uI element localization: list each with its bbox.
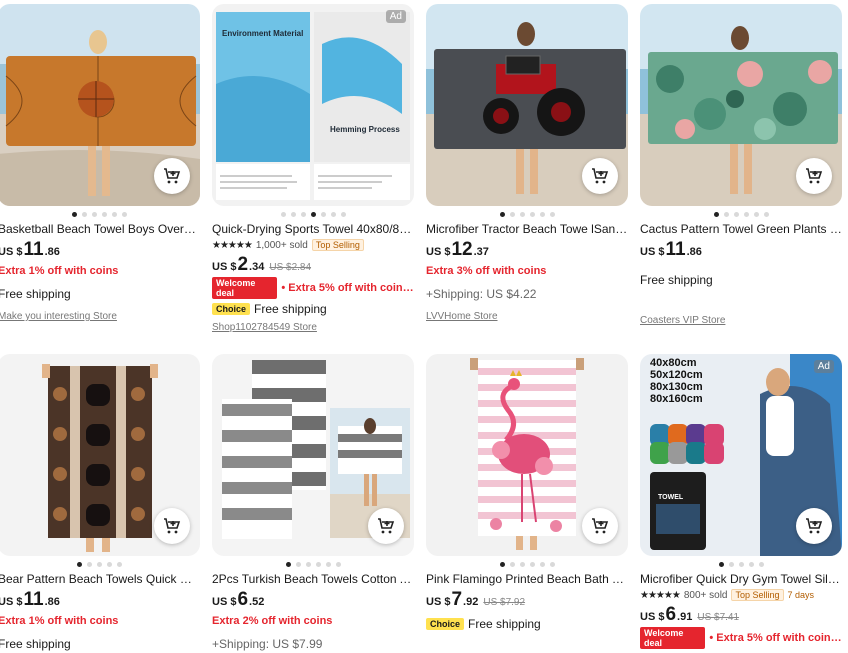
product-title[interactable]: Microfiber Tractor Beach Towe lSan… <box>426 221 628 237</box>
rating-row: ★★★★★ 800+ sold Top Selling 7 days <box>640 588 842 602</box>
cart-plus-icon <box>806 168 823 184</box>
original-price: US $7.92 <box>483 597 526 608</box>
image-carousel-dots <box>0 210 200 218</box>
coins-discount: Extra 3% off with coins <box>426 265 547 277</box>
product-title[interactable]: Quick-Drying Sports Towel 40x80/8… <box>212 221 414 237</box>
product-image[interactable]: Environment Material Hemming Process Ad <box>212 4 414 206</box>
product-card[interactable]: TOWEL 40x80cm 50x120cm 80x130cm 80x160cm… <box>640 354 842 649</box>
product-card[interactable]: Basketball Beach Towel Boys Oversi… US $… <box>0 4 200 322</box>
cart-plus-icon <box>592 168 609 184</box>
add-to-cart-button[interactable] <box>154 508 190 544</box>
price: US $11.86 <box>0 589 60 610</box>
price: US $12.37 <box>426 239 489 260</box>
add-to-cart-button[interactable] <box>796 508 832 544</box>
rating-row: ★★★★★ 1,000+ sold Top Selling <box>212 238 414 252</box>
welcome-deal: Welcome deal • Extra 5% off with coins… <box>212 277 414 299</box>
store-link[interactable]: Coasters VIP Store <box>640 315 842 326</box>
product-image[interactable] <box>212 354 414 556</box>
size-label: 40x80cm <box>650 357 697 369</box>
size-label: 50x120cm <box>650 369 703 381</box>
star-rating: ★★★★★ <box>212 239 253 251</box>
original-price: US $2.84 <box>269 262 312 273</box>
product-title[interactable]: 2Pcs Turkish Beach Towels Cotton A… <box>212 571 414 587</box>
price: US $11.86 <box>0 239 60 260</box>
product-image[interactable] <box>426 354 628 556</box>
original-price: US $7.41 <box>697 612 740 623</box>
star-rating: ★★★★★ <box>640 589 681 601</box>
top-selling-badge: Top Selling <box>731 589 784 601</box>
image-carousel-dots <box>426 560 628 568</box>
product-title[interactable]: Bear Pattern Beach Towels Quick Dr… <box>0 571 200 587</box>
ad-badge: Ad <box>385 10 406 23</box>
cart-plus-icon <box>164 168 181 184</box>
shipping-info: Free shipping <box>0 287 71 301</box>
coins-discount: Extra 1% off with coins <box>0 615 119 627</box>
price: US $6.91 US $7.41 <box>640 604 740 625</box>
image-carousel-dots <box>0 560 200 568</box>
coins-discount: Extra 2% off with coins <box>212 615 333 627</box>
choice-badge: Choice <box>212 303 251 315</box>
product-image[interactable] <box>640 4 842 206</box>
add-to-cart-button[interactable] <box>154 158 190 194</box>
product-title[interactable]: Pink Flamingo Printed Beach Bath T… <box>426 571 628 587</box>
sold-count: 1,000+ sold <box>255 239 308 251</box>
add-to-cart-button[interactable] <box>796 158 832 194</box>
choice-badge: Choice <box>426 618 465 630</box>
shipping-info: Choice Free shipping <box>212 300 414 318</box>
welcome-deal: Welcome deal • Extra 5% off with coins… <box>640 627 842 649</box>
product-title[interactable]: Cactus Pattern Towel Green Plants … <box>640 221 842 237</box>
image-text-mid: Hemming Process <box>330 125 400 134</box>
product-title[interactable]: Basketball Beach Towel Boys Oversi… <box>0 221 200 237</box>
product-card[interactable]: Environment Material Hemming Process Ad … <box>212 4 414 333</box>
image-carousel-dots <box>640 210 842 218</box>
image-carousel-dots <box>640 560 842 568</box>
product-title[interactable]: Microfiber Quick Dry Gym Towel Sil… <box>640 571 842 587</box>
image-carousel-dots <box>426 210 628 218</box>
store-link[interactable]: Make you interesting Store <box>0 311 200 322</box>
cart-plus-icon <box>806 518 823 534</box>
image-text-top: Environment Material <box>222 29 303 38</box>
add-to-cart-button[interactable] <box>582 158 618 194</box>
shipping-info: Free shipping <box>640 273 713 287</box>
price: US $7.92 US $7.92 <box>426 589 526 610</box>
size-label: 80x160cm <box>650 393 703 405</box>
image-carousel-dots <box>212 560 414 568</box>
shipping-info: +Shipping: US $4.22 <box>426 287 537 301</box>
store-link[interactable]: Shop1102784549 Store <box>212 322 414 333</box>
price: US $11.86 <box>640 239 702 260</box>
product-image[interactable] <box>0 354 200 556</box>
size-label: 80x130cm <box>650 381 703 393</box>
cart-plus-icon <box>592 518 609 534</box>
ad-badge: Ad <box>813 360 834 373</box>
product-card[interactable]: Pink Flamingo Printed Beach Bath T… US $… <box>426 354 628 633</box>
product-card[interactable]: Microfiber Tractor Beach Towe lSan… US $… <box>426 4 628 322</box>
store-link[interactable]: LVVHome Store <box>426 311 628 322</box>
image-carousel-dots <box>212 210 414 218</box>
top-selling-badge: Top Selling <box>311 239 364 251</box>
badge-days: 7 days <box>787 590 815 600</box>
product-card[interactable]: Cactus Pattern Towel Green Plants … US $… <box>640 4 842 326</box>
product-card[interactable]: Bear Pattern Beach Towels Quick Dr… US $… <box>0 354 200 653</box>
add-to-cart-button[interactable] <box>368 508 404 544</box>
add-to-cart-button[interactable] <box>582 508 618 544</box>
price: US $2.34 US $2.84 <box>212 254 312 275</box>
brand-label: TOWEL <box>658 494 684 501</box>
product-card[interactable]: 2Pcs Turkish Beach Towels Cotton A… US $… <box>212 354 414 653</box>
shipping-info: +Shipping: US $7.99 <box>212 637 323 651</box>
cart-plus-icon <box>164 518 181 534</box>
shipping-info: Free shipping <box>0 637 71 651</box>
price: US $6.52 <box>212 589 265 610</box>
cart-plus-icon <box>378 518 395 534</box>
shipping-info: Choice Free shipping <box>426 615 628 633</box>
product-image[interactable] <box>426 4 628 206</box>
coins-discount: Extra 1% off with coins <box>0 265 119 277</box>
product-image[interactable] <box>0 4 200 206</box>
product-image[interactable]: TOWEL 40x80cm 50x120cm 80x130cm 80x160cm… <box>640 354 842 556</box>
sold-count: 800+ sold <box>683 589 728 601</box>
